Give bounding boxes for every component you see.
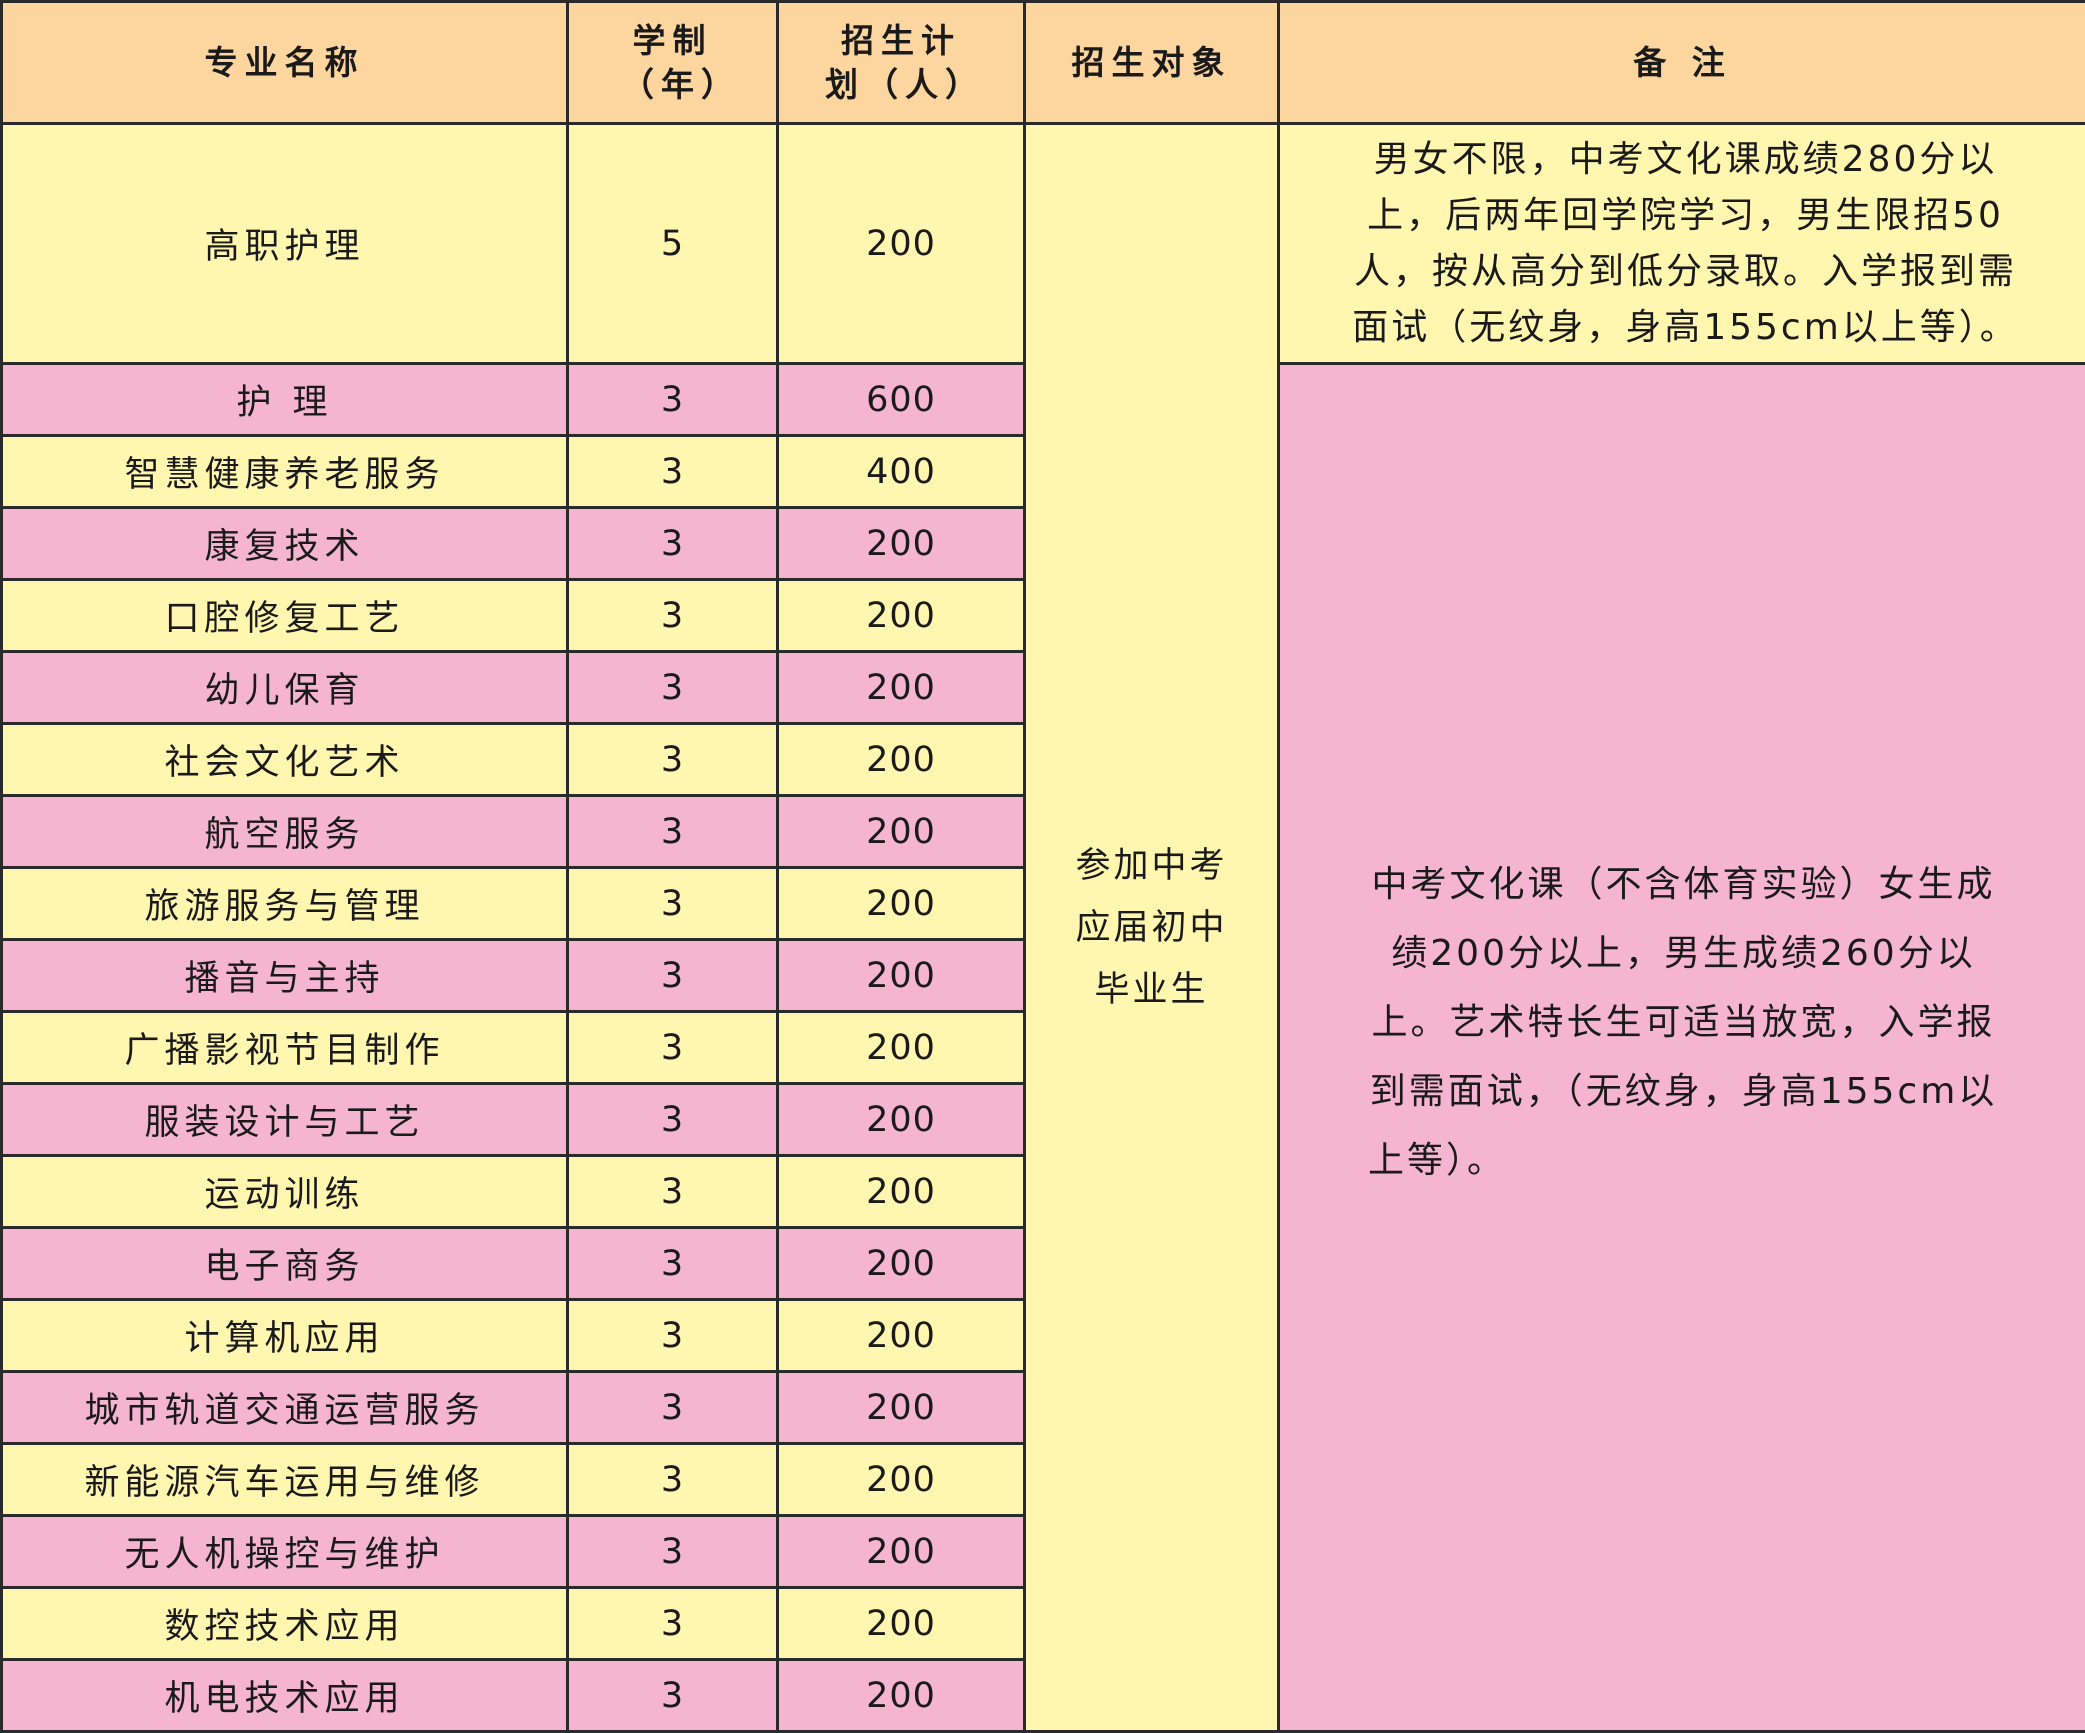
major-name: 康复技术 bbox=[2, 508, 568, 580]
major-name: 广播影视节目制作 bbox=[2, 1012, 568, 1084]
study-years: 3 bbox=[568, 1300, 778, 1372]
study-years: 3 bbox=[568, 652, 778, 724]
enrollment-plan: 200 bbox=[778, 1444, 1025, 1516]
study-years: 5 bbox=[568, 124, 778, 364]
major-name: 社会文化艺术 bbox=[2, 724, 568, 796]
enrollment-plan: 200 bbox=[778, 1156, 1025, 1228]
enrollment-plan: 200 bbox=[778, 580, 1025, 652]
enrollment-plan: 200 bbox=[778, 868, 1025, 940]
study-years: 3 bbox=[568, 1660, 778, 1732]
enrollment-plan: 200 bbox=[778, 124, 1025, 364]
enrollment-target-text: 参加中考应届初中毕业生 bbox=[1072, 835, 1232, 1021]
header-name: 专业名称 bbox=[2, 2, 568, 124]
major-name: 播音与主持 bbox=[2, 940, 568, 1012]
enrollment-table-container: 专业名称 学制（年） 招生计划（人） 招生对象 备 注 高职护理 5 200 参… bbox=[0, 0, 2085, 1728]
enrollment-plan: 400 bbox=[778, 436, 1025, 508]
study-years: 3 bbox=[568, 1156, 778, 1228]
enrollment-plan: 200 bbox=[778, 1012, 1025, 1084]
study-years: 3 bbox=[568, 364, 778, 436]
enrollment-plan: 200 bbox=[778, 724, 1025, 796]
note-rest: 中考文化课（不含体育实验）女生成绩200分以上，男生成绩260分以上。艺术特长生… bbox=[1279, 364, 2085, 1732]
enrollment-plan: 200 bbox=[778, 508, 1025, 580]
enrollment-plan: 200 bbox=[778, 796, 1025, 868]
enrollment-plan: 200 bbox=[778, 1228, 1025, 1300]
enrollment-plan: 600 bbox=[778, 364, 1025, 436]
major-name: 服装设计与工艺 bbox=[2, 1084, 568, 1156]
table-row: 高职护理 5 200 参加中考应届初中毕业生 男女不限，中考文化课成绩280分以… bbox=[2, 124, 2085, 364]
study-years: 3 bbox=[568, 796, 778, 868]
enrollment-target: 参加中考应届初中毕业生 bbox=[1025, 124, 1279, 1732]
major-name: 护 理 bbox=[2, 364, 568, 436]
enrollment-plan: 200 bbox=[778, 1588, 1025, 1660]
header-notes: 备 注 bbox=[1279, 2, 2085, 124]
enrollment-plan: 200 bbox=[778, 940, 1025, 1012]
major-name: 计算机应用 bbox=[2, 1300, 568, 1372]
study-years: 3 bbox=[568, 724, 778, 796]
note-first: 男女不限，中考文化课成绩280分以上，后两年回学院学习，男生限招50人，按从高分… bbox=[1279, 124, 2085, 364]
header-years: 学制（年） bbox=[568, 2, 778, 124]
enrollment-plan: 200 bbox=[778, 1300, 1025, 1372]
study-years: 3 bbox=[568, 436, 778, 508]
enrollment-plan: 200 bbox=[778, 1372, 1025, 1444]
major-name: 智慧健康养老服务 bbox=[2, 436, 568, 508]
study-years: 3 bbox=[568, 1372, 778, 1444]
major-name: 高职护理 bbox=[2, 124, 568, 364]
study-years: 3 bbox=[568, 580, 778, 652]
table-header-row: 专业名称 学制（年） 招生计划（人） 招生对象 备 注 bbox=[2, 2, 2085, 124]
study-years: 3 bbox=[568, 508, 778, 580]
major-name: 数控技术应用 bbox=[2, 1588, 568, 1660]
study-years: 3 bbox=[568, 940, 778, 1012]
study-years: 3 bbox=[568, 1084, 778, 1156]
major-name: 机电技术应用 bbox=[2, 1660, 568, 1732]
major-name: 口腔修复工艺 bbox=[2, 580, 568, 652]
enrollment-plan: 200 bbox=[778, 652, 1025, 724]
header-plan: 招生计划（人） bbox=[778, 2, 1025, 124]
header-target: 招生对象 bbox=[1025, 2, 1279, 124]
enrollment-plan: 200 bbox=[778, 1516, 1025, 1588]
major-name: 无人机操控与维护 bbox=[2, 1516, 568, 1588]
study-years: 3 bbox=[568, 1444, 778, 1516]
major-name: 旅游服务与管理 bbox=[2, 868, 568, 940]
major-name: 新能源汽车运用与维修 bbox=[2, 1444, 568, 1516]
major-name: 幼儿保育 bbox=[2, 652, 568, 724]
study-years: 3 bbox=[568, 868, 778, 940]
study-years: 3 bbox=[568, 1012, 778, 1084]
major-name: 城市轨道交通运营服务 bbox=[2, 1372, 568, 1444]
major-name: 航空服务 bbox=[2, 796, 568, 868]
major-name: 运动训练 bbox=[2, 1156, 568, 1228]
enrollment-plan-table: 专业名称 学制（年） 招生计划（人） 招生对象 备 注 高职护理 5 200 参… bbox=[0, 0, 2085, 1733]
study-years: 3 bbox=[568, 1228, 778, 1300]
study-years: 3 bbox=[568, 1588, 778, 1660]
enrollment-plan: 200 bbox=[778, 1084, 1025, 1156]
major-name: 电子商务 bbox=[2, 1228, 568, 1300]
study-years: 3 bbox=[568, 1516, 778, 1588]
enrollment-plan: 200 bbox=[778, 1660, 1025, 1732]
